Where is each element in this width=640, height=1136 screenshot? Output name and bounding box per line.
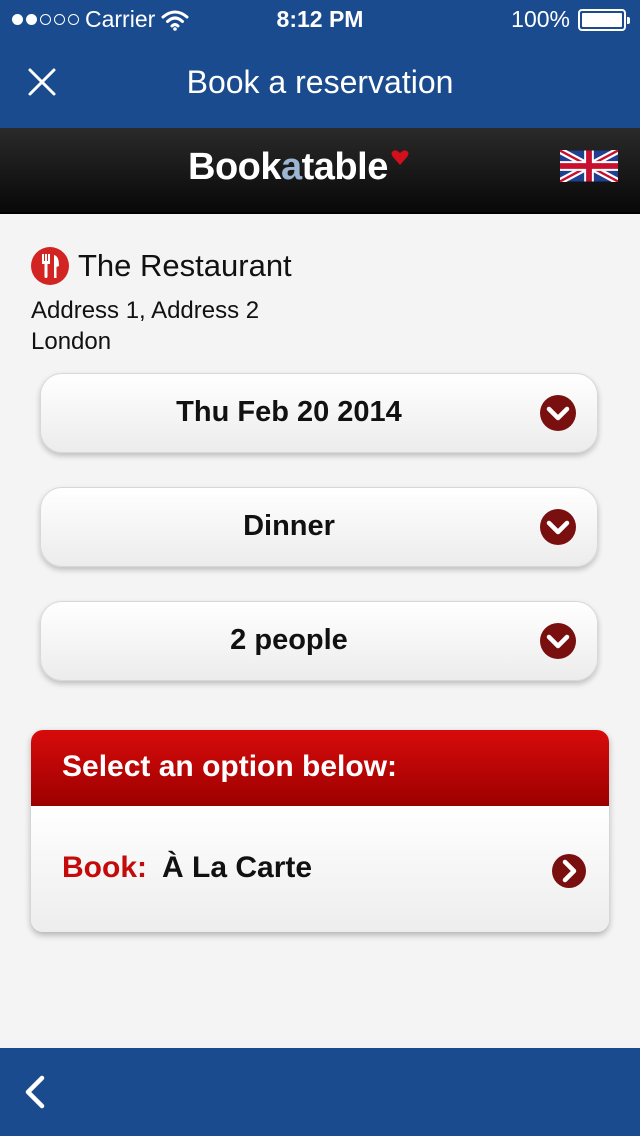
party-size-value: 2 people — [230, 624, 348, 656]
logo-middle: a — [281, 146, 302, 188]
brand-bar: Bookatable — [0, 128, 640, 214]
address-line-1: Address 1, Address 2 — [31, 297, 260, 324]
book-label: Book: — [62, 851, 147, 884]
battery-icon — [578, 8, 630, 31]
party-size-selector[interactable]: 2 people — [40, 601, 598, 681]
meal-value: Dinner — [243, 510, 335, 542]
bookatable-logo: Bookatable — [188, 146, 388, 189]
chevron-down-icon — [540, 509, 576, 545]
restaurant-name: The Restaurant — [78, 248, 292, 283]
restaurant-address: Address 1, Address 2 London — [31, 295, 259, 357]
nav-bar: Book a reservation — [0, 40, 640, 128]
book-option-row[interactable]: Book: À La Carte — [31, 806, 609, 932]
options-header: Select an option below: — [31, 730, 609, 806]
book-option-name: À La Carte — [162, 851, 313, 884]
status-bar: Carrier 8:12 PM 100% — [0, 0, 640, 40]
date-selector[interactable]: Thu Feb 20 2014 — [40, 373, 598, 453]
bottom-toolbar — [0, 1048, 640, 1136]
uk-flag-icon[interactable] — [560, 150, 618, 182]
battery-fill — [582, 12, 622, 27]
restaurant-cutlery-icon — [31, 247, 69, 285]
chevron-right-icon — [552, 854, 586, 888]
date-value: Thu Feb 20 2014 — [176, 396, 402, 428]
address-line-2: London — [31, 328, 112, 355]
booking-options-card: Select an option below: Book: À La Carte — [31, 730, 609, 932]
chevron-left-icon — [25, 1075, 45, 1109]
logo-prefix: Book — [188, 146, 282, 188]
back-button[interactable] — [18, 1072, 52, 1112]
meal-selector[interactable]: Dinner — [40, 487, 598, 567]
battery-percent: 100% — [511, 6, 570, 32]
status-right: 100% — [511, 6, 630, 33]
page-title: Book a reservation — [186, 64, 454, 100]
chevron-down-icon — [540, 623, 576, 659]
chevron-down-icon — [540, 395, 576, 431]
heart-icon — [391, 150, 409, 165]
logo-suffix: table — [301, 146, 389, 188]
